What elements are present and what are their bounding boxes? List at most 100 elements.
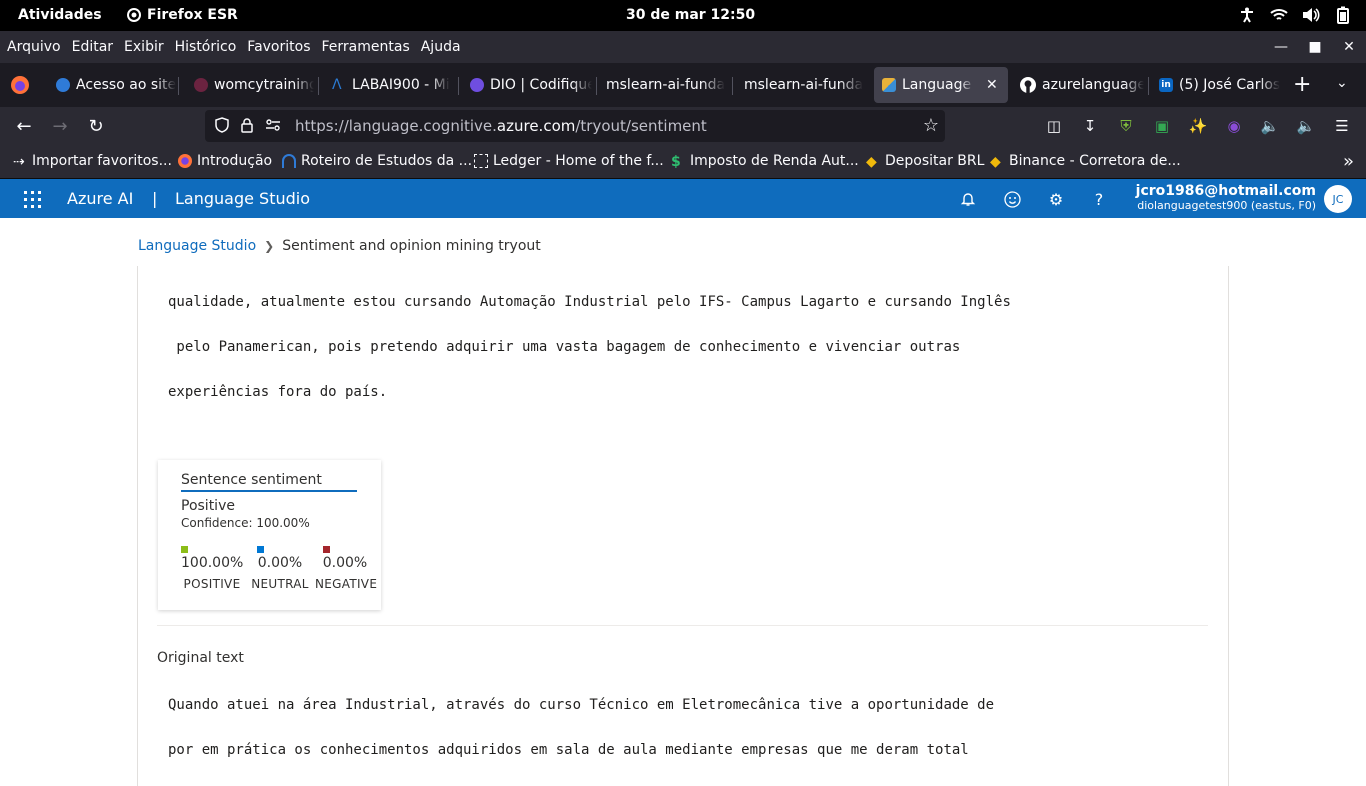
maximize-button[interactable]: ■ bbox=[1298, 31, 1332, 63]
url-text: https://language.cognitive.azure.com/try… bbox=[295, 117, 707, 135]
ublock-extension-icon[interactable]: ⛨ bbox=[1115, 115, 1137, 137]
azure-icon bbox=[282, 154, 296, 168]
azure-header: Azure AI | Language Studio ⚙ ? jcro1986@… bbox=[0, 179, 1366, 218]
speaker-extension-icon[interactable]: 🔈 bbox=[1259, 115, 1281, 137]
confidence-value: Confidence: 100.00% bbox=[181, 516, 310, 530]
menu-exibir[interactable]: Exibir bbox=[124, 39, 164, 55]
downloads-icon[interactable]: ↧ bbox=[1079, 115, 1101, 137]
header-separator: | bbox=[152, 189, 158, 208]
tab-acesso[interactable]: Acesso ao site bbox=[48, 67, 176, 103]
account-info[interactable]: jcro1986@hotmail.com diolanguagetest900 … bbox=[1136, 183, 1316, 212]
account-resource: diolanguagetest900 (eastus, F0) bbox=[1137, 199, 1316, 212]
bookmark-depositar[interactable]: ◆ Depositar BRL bbox=[866, 153, 984, 170]
tab-favicon-icon bbox=[882, 78, 896, 92]
menu-editar[interactable]: Editar bbox=[72, 39, 113, 55]
wifi-icon[interactable] bbox=[1270, 6, 1288, 24]
app-launcher-icon[interactable] bbox=[24, 191, 41, 208]
firefox-icon bbox=[178, 154, 192, 168]
sentiment-tab-underline bbox=[181, 490, 357, 492]
menu-historico[interactable]: Histórico bbox=[175, 39, 237, 55]
tab-language-studio[interactable]: Language St ✕ bbox=[874, 67, 1008, 103]
close-tab-icon[interactable]: ✕ bbox=[986, 77, 998, 93]
original-text-heading: Original text bbox=[157, 650, 244, 666]
analyzed-text-line: pelo Panamerican, pois pretendo adquirir… bbox=[168, 339, 961, 355]
lastpass-extension-icon[interactable]: ◉ bbox=[1223, 115, 1245, 137]
bookmark-roteiro[interactable]: Roteiro de Estudos da ... bbox=[282, 153, 472, 169]
forward-button[interactable]: → bbox=[49, 115, 71, 137]
menu-arquivo[interactable]: Arquivo bbox=[7, 39, 61, 55]
lock-icon[interactable] bbox=[241, 117, 253, 133]
analyzed-text-line: qualidade, atualmente estou cursando Aut… bbox=[168, 294, 1011, 310]
tab-linkedin[interactable]: in (5) José Carlos bbox=[1151, 67, 1283, 103]
smiley-feedback-icon[interactable] bbox=[1001, 188, 1023, 210]
tab-mslearn-2[interactable]: mslearn-ai-funda bbox=[736, 67, 866, 103]
breadcrumb-current: Sentiment and opinion mining tryout bbox=[282, 238, 541, 254]
more-bookmarks-icon[interactable]: » bbox=[1343, 151, 1354, 172]
accessibility-icon[interactable] bbox=[1238, 6, 1256, 24]
menu-favoritos[interactable]: Favoritos bbox=[247, 39, 310, 55]
volume-icon[interactable] bbox=[1302, 6, 1320, 24]
list-all-tabs-icon[interactable]: ⌄ bbox=[1336, 75, 1348, 91]
menu-ferramentas[interactable]: Ferramentas bbox=[322, 39, 410, 55]
muted-extension-icon[interactable]: 🔈 bbox=[1295, 115, 1317, 137]
bookmark-imposto[interactable]: $ Imposto de Renda Aut... bbox=[671, 153, 859, 170]
tab-labai900[interactable]: Λ LABAI900 - Mi bbox=[324, 67, 454, 103]
tab-favicon-icon: Λ bbox=[332, 77, 342, 93]
tab-womcytraining[interactable]: womcytraining bbox=[186, 67, 314, 103]
bell-icon[interactable] bbox=[957, 188, 979, 210]
menu-ajuda[interactable]: Ajuda bbox=[421, 39, 461, 55]
app-menu[interactable]: Firefox ESR bbox=[127, 7, 238, 23]
account-email: jcro1986@hotmail.com bbox=[1135, 183, 1316, 199]
reload-button[interactable]: ↻ bbox=[85, 115, 107, 137]
import-icon: ⇢ bbox=[13, 154, 25, 170]
breadcrumb: Language Studio ❯ Sentiment and opinion … bbox=[138, 238, 541, 254]
score-positive: 100.00% POSITIVE bbox=[181, 546, 243, 591]
tab-favicon-icon bbox=[470, 78, 484, 92]
breadcrumb-language-studio[interactable]: Language Studio bbox=[138, 238, 256, 254]
back-button[interactable]: ← bbox=[13, 115, 35, 137]
minimize-button[interactable]: — bbox=[1264, 31, 1298, 63]
language-studio-link[interactable]: Language Studio bbox=[175, 189, 310, 208]
battery-icon[interactable] bbox=[1334, 6, 1352, 24]
sentence-sentiment-card: Sentence sentiment Positive Confidence: … bbox=[158, 460, 381, 610]
sentiment-card-title[interactable]: Sentence sentiment bbox=[181, 472, 322, 488]
score-negative: 0.00% NEGATIVE bbox=[315, 546, 377, 591]
pocket-icon[interactable]: ◫ bbox=[1043, 115, 1065, 137]
ledger-icon bbox=[474, 154, 488, 168]
extensions-icon[interactable]: ✨ bbox=[1187, 115, 1209, 137]
bookmark-introducao[interactable]: Introdução bbox=[178, 153, 272, 169]
firefox-view-icon[interactable] bbox=[10, 75, 30, 95]
tab-mslearn-1[interactable]: mslearn-ai-funda bbox=[598, 67, 728, 103]
tab-favicon-icon bbox=[56, 78, 70, 92]
activities-button[interactable]: Atividades bbox=[18, 7, 102, 23]
system-top-bar: Atividades Firefox ESR 30 de mar 12:50 bbox=[0, 0, 1366, 31]
sentiment-value: Positive bbox=[181, 498, 235, 514]
app-menu-icon[interactable]: ☰ bbox=[1331, 115, 1353, 137]
firefox-icon bbox=[127, 8, 141, 22]
section-divider bbox=[157, 625, 1208, 626]
close-window-button[interactable]: ✕ bbox=[1332, 31, 1366, 63]
avatar[interactable]: JC bbox=[1324, 185, 1352, 213]
bookmark-star-icon[interactable]: ☆ bbox=[923, 115, 939, 136]
permissions-icon[interactable] bbox=[265, 117, 281, 133]
navigation-bar: ← → ↻ https://language.cognitive.azure.c… bbox=[0, 107, 1366, 145]
clock[interactable]: 30 de mar 12:50 bbox=[626, 7, 755, 23]
original-text-line: Quando atuei na área Industrial, através… bbox=[168, 697, 995, 713]
url-bar[interactable]: https://language.cognitive.azure.com/try… bbox=[205, 110, 945, 142]
github-icon bbox=[1020, 77, 1036, 93]
help-icon[interactable]: ? bbox=[1088, 188, 1110, 210]
system-tray[interactable] bbox=[1238, 6, 1352, 24]
analyzed-text-line: experiências fora do país. bbox=[168, 384, 388, 400]
tracking-shield-icon[interactable] bbox=[215, 117, 229, 133]
score-neutral: 0.00% NEUTRAL bbox=[251, 546, 309, 591]
bookmark-import[interactable]: ⇢ Importar favoritos... bbox=[13, 153, 172, 170]
new-tab-button[interactable]: + bbox=[1293, 72, 1311, 97]
bookmark-binance[interactable]: ◆ Binance - Corretora de... bbox=[990, 153, 1181, 170]
gear-icon[interactable]: ⚙ bbox=[1045, 188, 1067, 210]
neutral-swatch-icon bbox=[257, 546, 264, 553]
bookmark-ledger[interactable]: Ledger - Home of the f... bbox=[474, 153, 664, 169]
tab-dio[interactable]: DIO | Codifique bbox=[462, 67, 592, 103]
azure-ai-link[interactable]: Azure AI bbox=[67, 189, 133, 208]
tab-github[interactable]: azurelanguage bbox=[1012, 67, 1144, 103]
tab-manager-extension-icon[interactable]: ▣ bbox=[1151, 115, 1173, 137]
